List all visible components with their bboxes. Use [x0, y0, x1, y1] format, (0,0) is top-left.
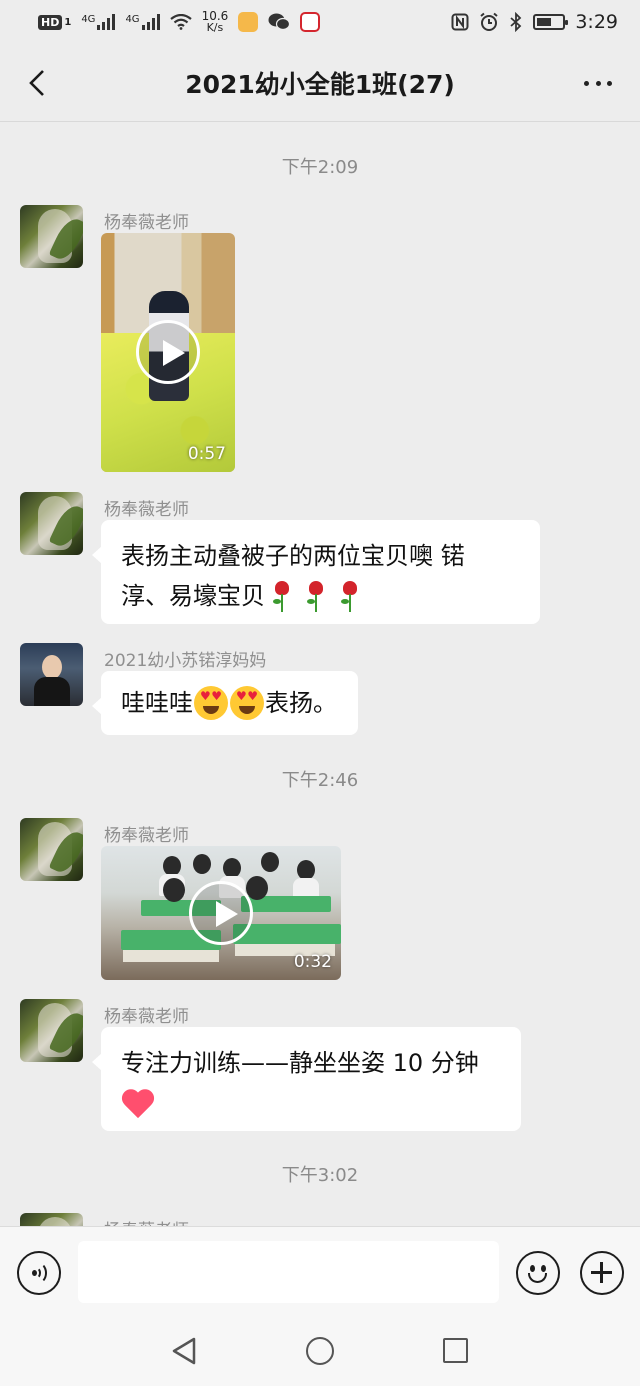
- message-list[interactable]: 下午2:09 杨奉薇老师 0:57 杨奉薇老师 表扬主动叠被子的两位宝贝噢 锘 …: [0, 123, 640, 1226]
- wifi-icon: [169, 14, 192, 30]
- net-speed: 10.6 K/s: [202, 10, 229, 34]
- avatar[interactable]: [20, 205, 83, 268]
- avatar[interactable]: [20, 818, 83, 881]
- recent-square-icon[interactable]: [443, 1338, 468, 1363]
- heart-eyes-emoji: [230, 686, 264, 720]
- shopping-app-icon: [300, 12, 321, 32]
- sender-name: 杨奉薇老师: [104, 1007, 189, 1027]
- back-arrow-icon[interactable]: [18, 63, 58, 103]
- heart-icon: [121, 1086, 155, 1120]
- rose-icon: [339, 579, 361, 613]
- input-bar: [0, 1226, 640, 1318]
- message-text-line2: 淳、易壕宝贝: [121, 576, 520, 616]
- battery-icon: [533, 14, 569, 30]
- avatar[interactable]: [20, 643, 83, 706]
- sender-name: 杨奉薇老师: [104, 826, 189, 846]
- video-message[interactable]: 0:32: [101, 846, 341, 980]
- message-text-line2-text: 淳、易壕宝贝: [121, 582, 265, 610]
- video-message[interactable]: 0:57: [101, 233, 235, 472]
- text-message[interactable]: 表扬主动叠被子的两位宝贝噢 锘 淳、易壕宝贝: [92, 520, 540, 624]
- heart-eyes-emoji: [194, 686, 228, 720]
- timestamp: 下午3:02: [281, 1165, 359, 1186]
- play-icon[interactable]: [189, 881, 253, 945]
- video-duration: 0:57: [187, 444, 226, 464]
- chat-title: 2021幼小全能1班(27): [185, 69, 455, 99]
- back-triangle-icon[interactable]: [170, 1336, 198, 1366]
- signal-icon-1: 4G: [81, 14, 116, 30]
- sender-name: 杨奉薇老师: [104, 1216, 189, 1226]
- sender-name: 杨奉薇老师: [104, 500, 189, 520]
- sender-name: 2021幼小苏锘淳妈妈: [104, 651, 267, 671]
- voice-icon[interactable]: [17, 1251, 61, 1295]
- status-bar: HD 1 4G 4G 10.6 K/s 3:29: [0, 0, 640, 44]
- wechat-group-chat: HD 1 4G 4G 10.6 K/s 3:29 2021幼小全能1班(27) …: [0, 0, 640, 1386]
- system-nav-bar: [0, 1318, 640, 1386]
- signal-icon-2: 4G: [125, 14, 160, 30]
- wechat-icon: [268, 13, 291, 31]
- rose-icon: [271, 579, 293, 613]
- bluetooth-icon: [510, 12, 522, 32]
- message-text-part2: 表扬。: [265, 689, 337, 717]
- message-input[interactable]: [78, 1241, 499, 1303]
- more-options-icon[interactable]: [578, 70, 618, 96]
- net-speed-unit: K/s: [206, 21, 224, 34]
- alarm-icon: [480, 12, 498, 31]
- rose-icon: [305, 579, 327, 613]
- status-time: 3:29: [575, 11, 618, 33]
- emoji-icon[interactable]: [516, 1251, 560, 1295]
- chat-header: 2021幼小全能1班(27): [0, 44, 640, 122]
- avatar[interactable]: [20, 1213, 83, 1226]
- status-right: 3:29: [451, 11, 618, 33]
- sender-name: 杨奉薇老师: [104, 213, 189, 233]
- avatar[interactable]: [20, 999, 83, 1062]
- notification-app-icon: [238, 12, 259, 32]
- video-duration: 0:32: [293, 952, 332, 972]
- text-message[interactable]: 哇哇哇 表扬。: [92, 671, 358, 735]
- hd-label: HD: [38, 14, 63, 30]
- sim1-label: 4G: [81, 14, 96, 25]
- timestamp: 下午2:09: [281, 157, 359, 178]
- hd-icon: HD 1: [38, 14, 72, 30]
- avatar[interactable]: [20, 492, 83, 555]
- message-text-line1: 表扬主动叠被子的两位宝贝噢 锘: [121, 542, 465, 570]
- status-left: HD 1 4G 4G 10.6 K/s: [38, 10, 321, 34]
- home-circle-icon[interactable]: [306, 1337, 334, 1365]
- hd-sub: 1: [64, 16, 72, 28]
- message-text-part1: 哇哇哇: [121, 689, 193, 717]
- timestamp: 下午2:46: [281, 770, 359, 791]
- nfc-icon: [451, 13, 469, 31]
- play-icon[interactable]: [136, 320, 200, 384]
- message-text-line2: [121, 1083, 501, 1123]
- message-text-line1: 专注力训练——静坐坐姿 10 分钟: [121, 1049, 479, 1077]
- sim2-label: 4G: [125, 14, 140, 25]
- plus-icon[interactable]: [580, 1251, 624, 1295]
- text-message[interactable]: 专注力训练——静坐坐姿 10 分钟: [92, 1027, 521, 1131]
